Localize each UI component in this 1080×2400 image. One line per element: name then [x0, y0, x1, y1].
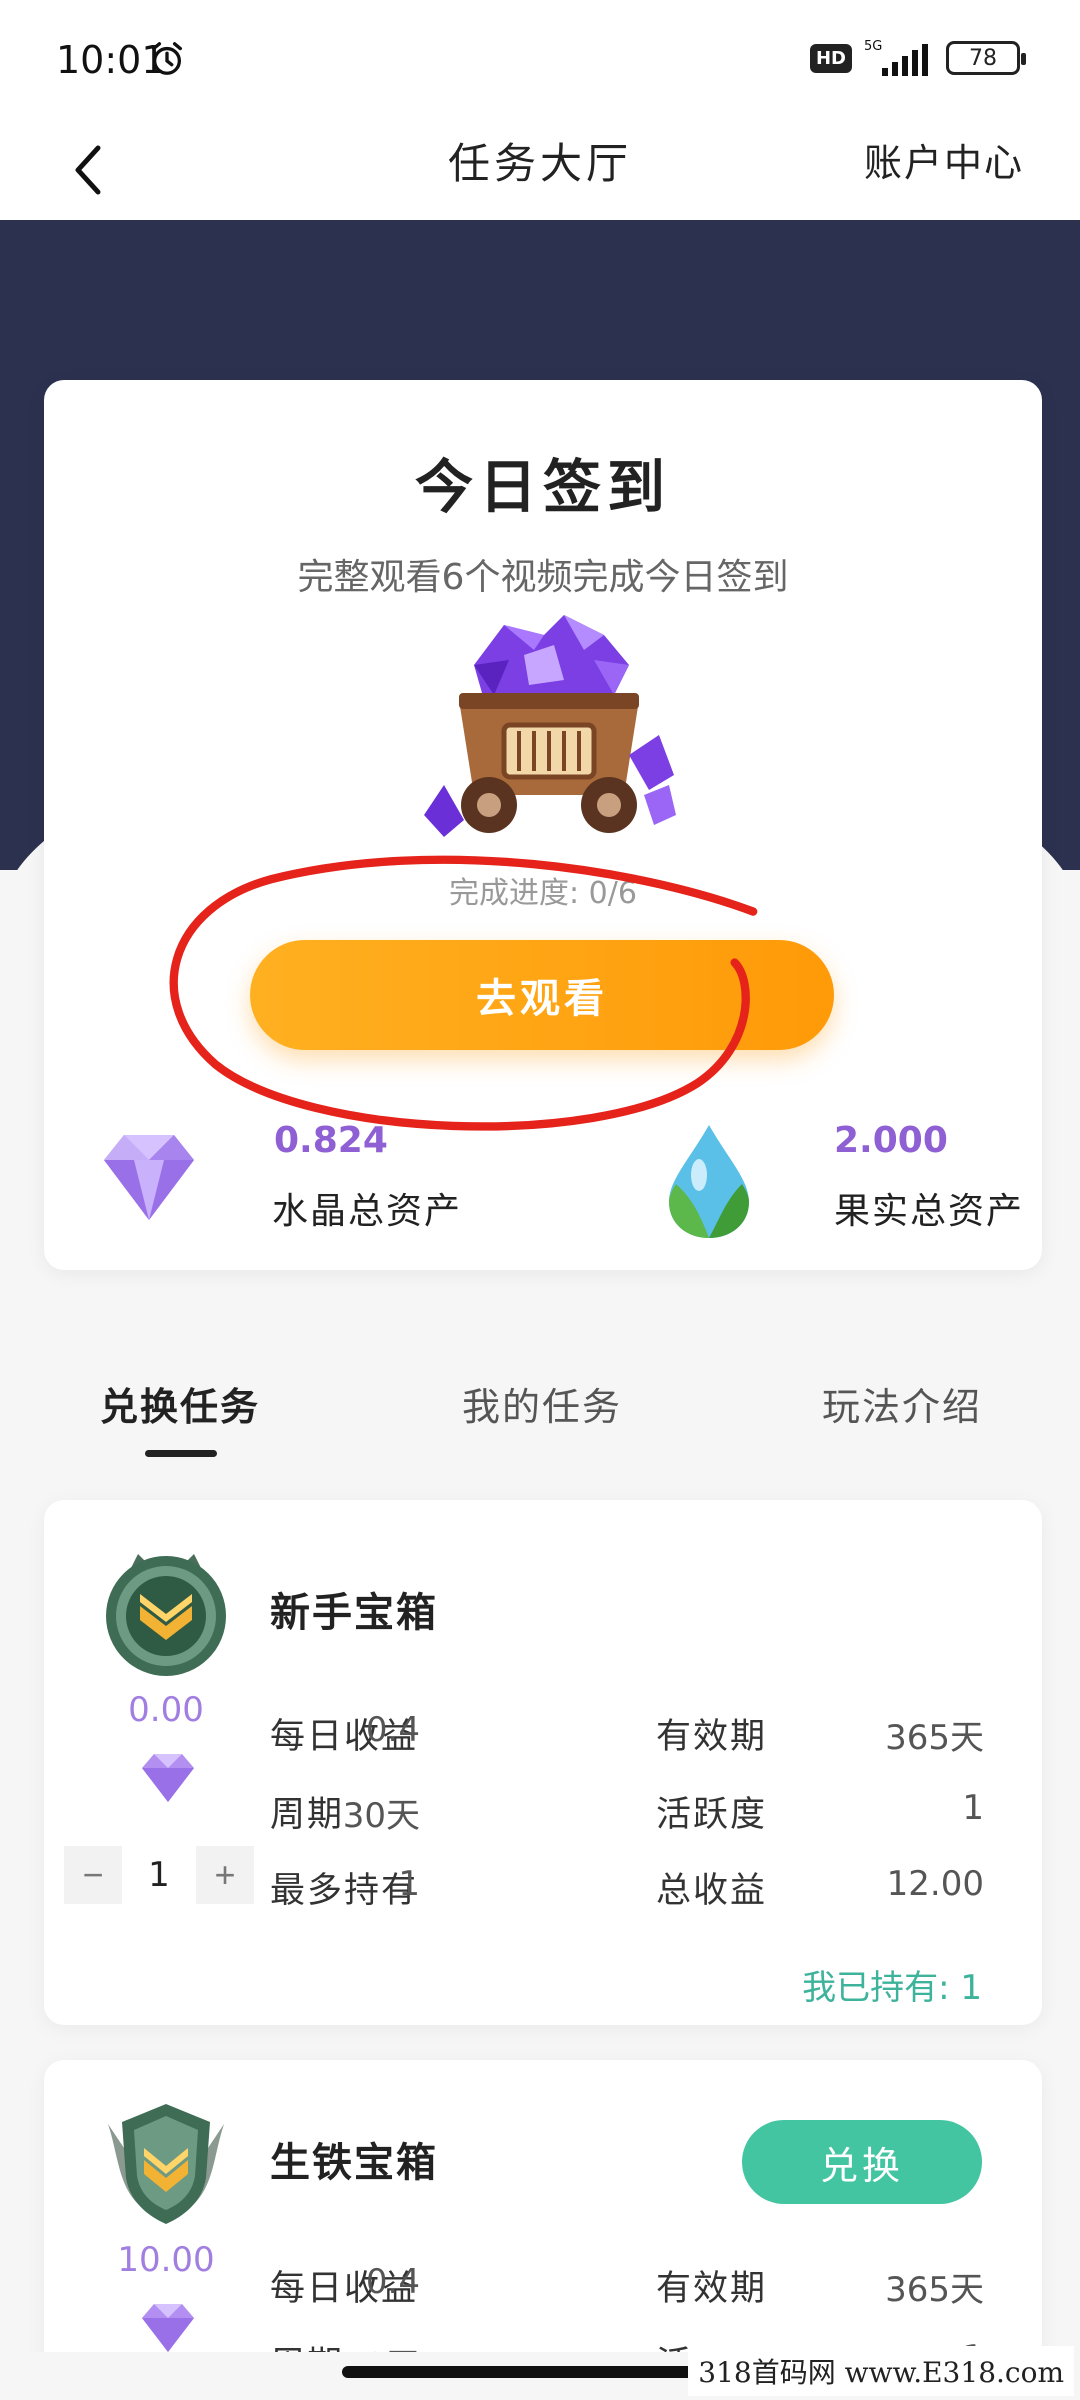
mine-cart-icon [424, 615, 676, 837]
crystal-value: 0.824 [274, 1120, 388, 1161]
task-tabs: 兑换任务 我的任务 玩法介绍 [0, 1340, 1080, 1457]
stat-value-cycle: 30天 [342, 1796, 420, 1836]
tab-how-to-play[interactable]: 玩法介绍 [822, 1376, 982, 1431]
tab-active-indicator [145, 1450, 217, 1457]
alarm-icon [152, 42, 182, 75]
stat-label-validity: 有效期 [656, 1717, 768, 1757]
checkin-subtitle: 完整观看6个视频完成今日签到 [297, 557, 789, 598]
watermark: 318首码网 www.E318.com [688, 2346, 1074, 2396]
quantity-value[interactable]: 1 [122, 1846, 196, 1904]
stat-label-validity: 有效期 [656, 2269, 768, 2309]
checkin-title: 今日签到 [414, 453, 671, 521]
exchange-button[interactable]: 兑换 [742, 2120, 982, 2204]
stat-value-daily-income: 0.4 [365, 1710, 420, 1750]
status-indicators: HD 5G 78 [809, 36, 1026, 80]
tab-exchange-tasks[interactable]: 兑换任务 [100, 1376, 260, 1431]
stat-label-max-hold: 最多持有 [270, 1871, 419, 1911]
hd-badge: HD [809, 43, 852, 73]
water-drop-icon [669, 1125, 749, 1238]
battery-level: 78 [969, 45, 997, 71]
fruit-asset: 2.000 果实总资产 [654, 1120, 1054, 1240]
stat-label-activity: 活跃度 [656, 1795, 768, 1835]
stat-value-validity: 365天 [885, 2270, 984, 2310]
task-price: 10.00 [117, 2240, 215, 2280]
task-price: 0.00 [128, 1690, 204, 1730]
held-count: 我已持有: 1 [802, 1968, 982, 2008]
rank-badge-icon [106, 1554, 226, 1676]
stat-value-daily-income: 0.4 [365, 2262, 420, 2302]
crystal-icon [104, 1135, 194, 1220]
watch-video-button[interactable]: 去观看 [250, 940, 834, 1050]
gem-icon [142, 1754, 194, 1802]
task-card: 新手宝箱 0.00 − 1 + 每日收益 0.4 有效期 365天 周期 30天… [44, 1500, 1042, 2025]
task-name: 生铁宝箱 [270, 2140, 438, 2186]
stat-label-cycle: 周期 [270, 1795, 345, 1835]
nav-bar: 任务大厅 账户中心 [0, 120, 1080, 220]
stat-value-activity: 1 [962, 1788, 984, 1828]
fruit-value: 2.000 [834, 1120, 948, 1161]
tab-my-tasks[interactable]: 我的任务 [462, 1376, 622, 1431]
stat-value-max-hold: 1 [398, 1864, 420, 1904]
crystal-asset: 0.824 水晶总资产 [94, 1120, 514, 1240]
checkin-card: 今日签到 完整观看6个视频完成今日签到 完成进度: 0/6 去观看 0.824 … [44, 380, 1042, 1270]
stat-value-total-income: 12.00 [886, 1864, 984, 1904]
fruit-label: 果实总资产 [834, 1191, 1025, 1232]
quantity-stepper: − 1 + [64, 1845, 254, 1905]
crystal-label: 水晶总资产 [272, 1191, 463, 1232]
task-name: 新手宝箱 [270, 1590, 438, 1636]
account-center-link[interactable]: 账户中心 [864, 132, 1024, 187]
signal-icon: 5G [864, 39, 928, 76]
status-bar: 10:01 HD 5G 78 [0, 0, 1080, 120]
stat-value-validity: 365天 [885, 1718, 984, 1758]
increase-button[interactable]: + [196, 1846, 254, 1904]
network-label: 5G [864, 39, 882, 54]
progress-text: 完成进度: 0/6 [449, 876, 637, 911]
home-indicator[interactable] [342, 2366, 738, 2378]
rank-badge-icon [108, 2104, 224, 2224]
stat-label-total-income: 总收益 [656, 1871, 768, 1911]
decrease-button[interactable]: − [64, 1846, 122, 1904]
battery-icon: 78 [946, 41, 1026, 75]
gem-icon [142, 2304, 194, 2352]
